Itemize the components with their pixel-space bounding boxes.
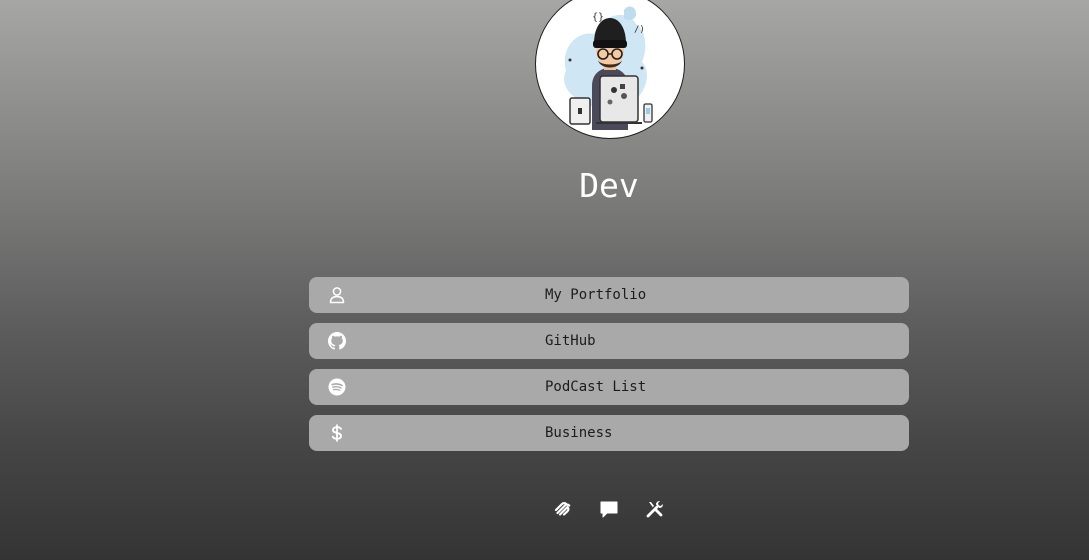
link-list: My Portfolio GitHub PodCast List Busines… xyxy=(309,277,909,461)
tools-icon[interactable] xyxy=(645,499,665,519)
spotify-icon xyxy=(328,378,346,396)
business-link-button[interactable]: Business xyxy=(309,415,909,451)
github-link-button[interactable]: GitHub xyxy=(309,323,909,359)
dollar-icon xyxy=(328,424,346,442)
avatar: {} /) xyxy=(535,0,685,139)
svg-text:/): /) xyxy=(634,25,645,35)
profile-name: Dev xyxy=(579,166,639,205)
link-label: Business xyxy=(545,425,613,441)
chat-bubble-icon[interactable] xyxy=(599,499,619,519)
podcast-link-button[interactable]: PodCast List xyxy=(309,369,909,405)
link-label: PodCast List xyxy=(545,379,647,395)
link-label: My Portfolio xyxy=(545,287,647,303)
portfolio-link-button[interactable]: My Portfolio xyxy=(309,277,909,313)
user-icon xyxy=(328,286,346,304)
squarespace-icon[interactable] xyxy=(553,499,573,519)
github-icon xyxy=(328,332,346,350)
link-label: GitHub xyxy=(545,333,596,349)
developer-avatar-illustration: {} /) xyxy=(564,6,653,130)
